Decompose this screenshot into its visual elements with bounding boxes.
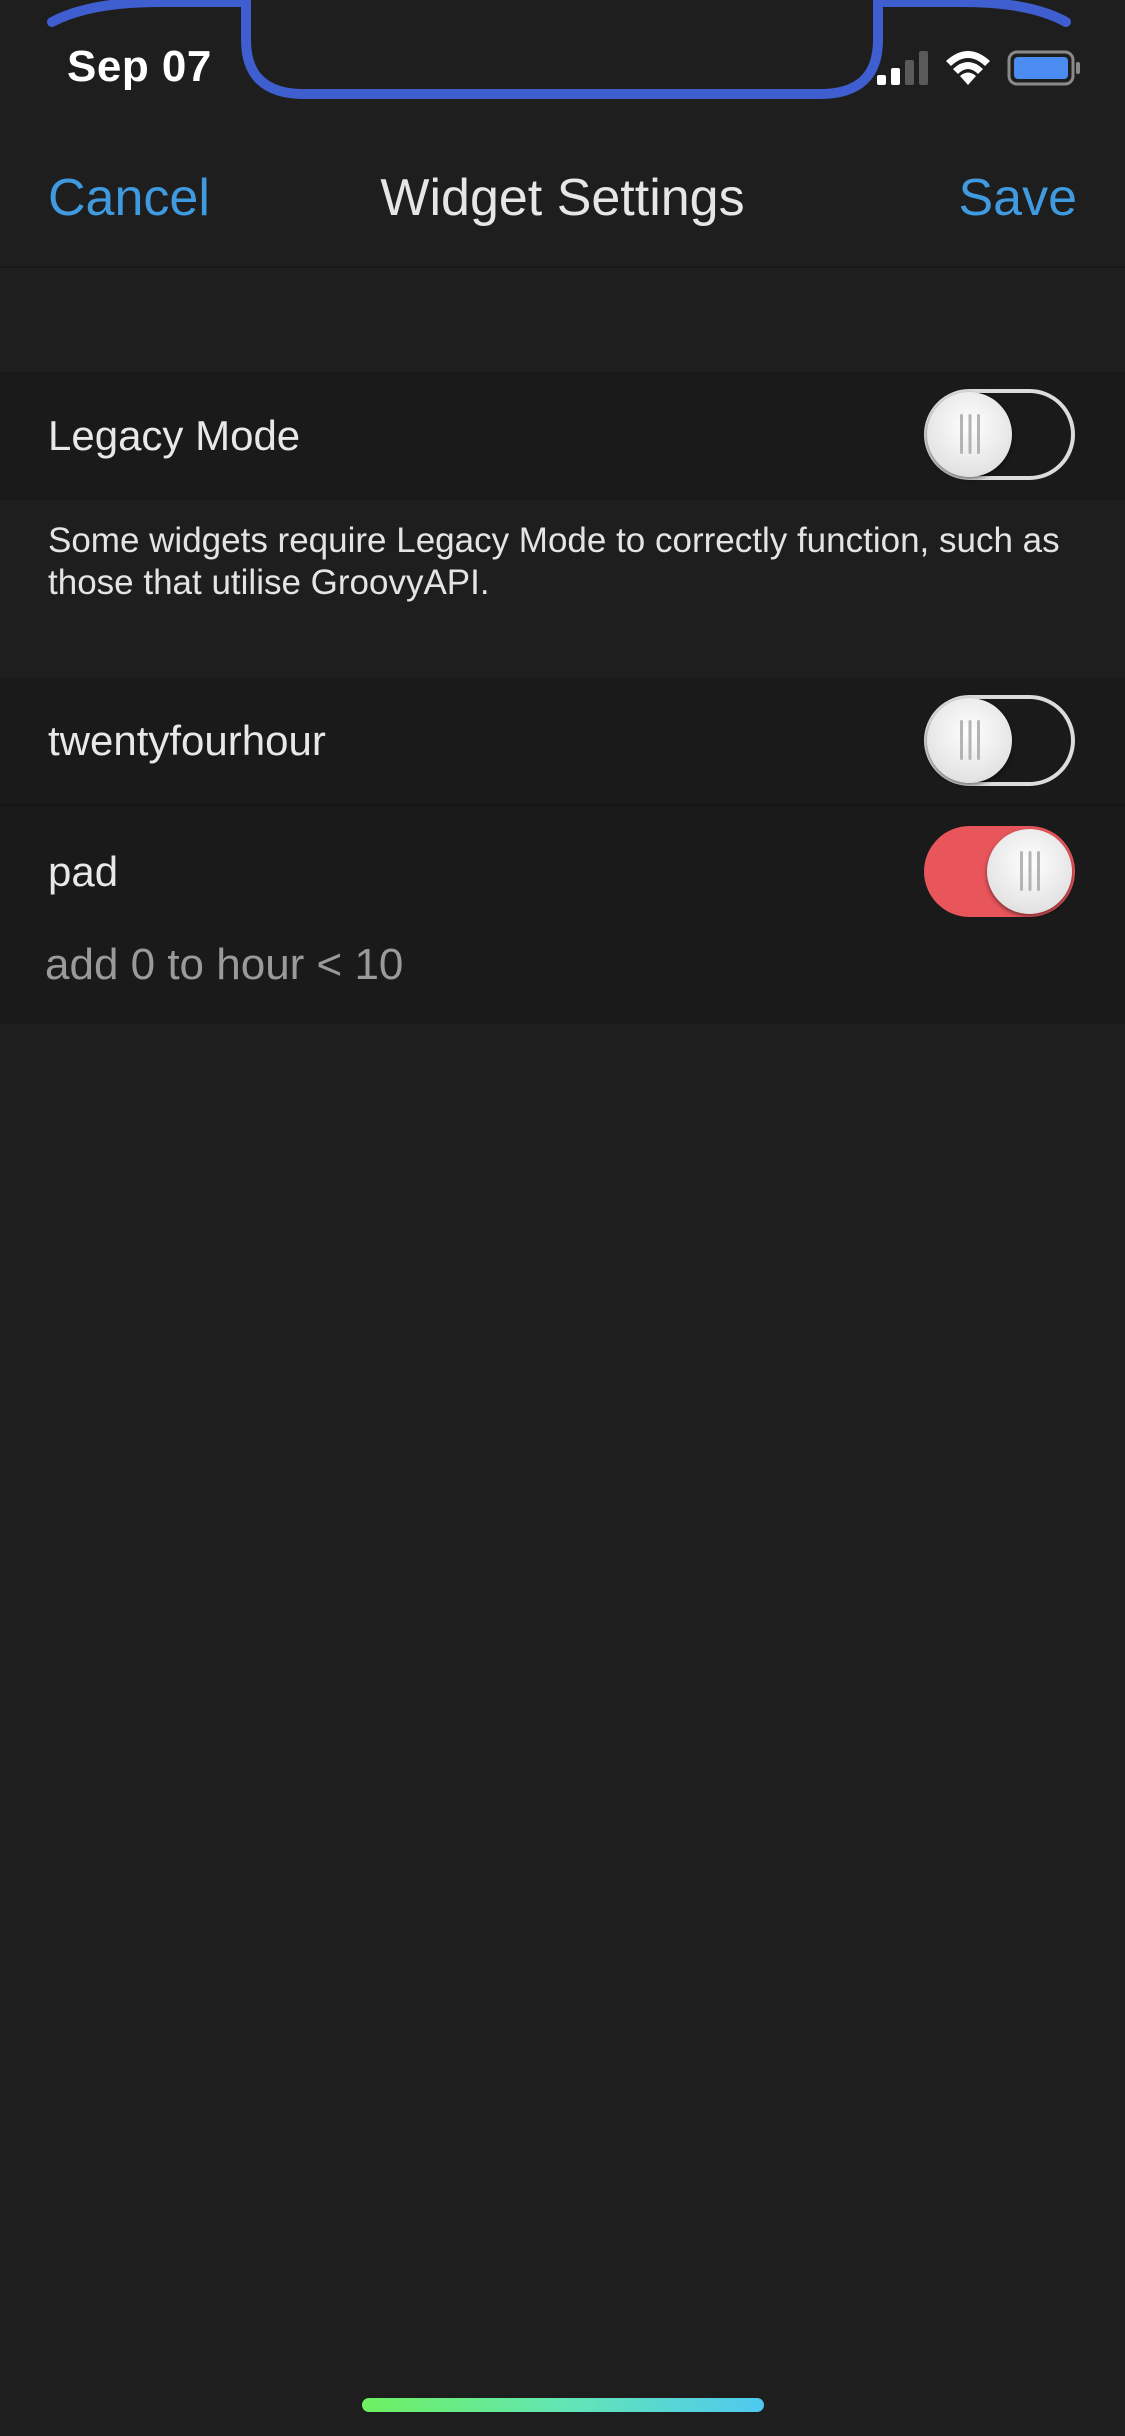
battery-icon bbox=[1007, 50, 1080, 86]
home-indicator[interactable] bbox=[362, 2398, 764, 2412]
status-bar: Sep 07 bbox=[0, 0, 1125, 130]
grip-lines-icon bbox=[960, 414, 980, 454]
toggle-knob bbox=[927, 698, 1012, 783]
pad-label: pad bbox=[48, 848, 119, 895]
twentyfourhour-label: twentyfourhour bbox=[48, 717, 326, 764]
pad-toggle[interactable] bbox=[924, 826, 1075, 917]
toggle-knob bbox=[927, 392, 1012, 477]
grip-lines-icon bbox=[960, 720, 980, 760]
wifi-icon bbox=[946, 51, 990, 85]
grip-lines-icon bbox=[1020, 851, 1040, 891]
navigation-bar: Cancel Widget Settings Save bbox=[0, 130, 1125, 268]
save-button[interactable]: Save bbox=[958, 168, 1077, 228]
status-icons bbox=[877, 48, 1081, 88]
toggle-knob bbox=[987, 829, 1072, 914]
legacy-mode-row: Legacy Mode bbox=[0, 372, 1125, 500]
twentyfourhour-toggle[interactable] bbox=[924, 695, 1075, 786]
legacy-mode-footer: Some widgets require Legacy Mode to corr… bbox=[48, 521, 1060, 602]
pad-row: pad add 0 to hour < 10 bbox=[0, 806, 1125, 1024]
pad-description: add 0 to hour < 10 bbox=[45, 940, 404, 989]
status-time: Sep 07 bbox=[67, 42, 212, 91]
page-title: Widget Settings bbox=[380, 169, 745, 227]
legacy-mode-label: Legacy Mode bbox=[48, 412, 301, 459]
legacy-mode-toggle[interactable] bbox=[924, 389, 1075, 480]
cellular-signal-icon bbox=[877, 51, 928, 85]
twentyfourhour-row: twentyfourhour bbox=[0, 677, 1125, 804]
